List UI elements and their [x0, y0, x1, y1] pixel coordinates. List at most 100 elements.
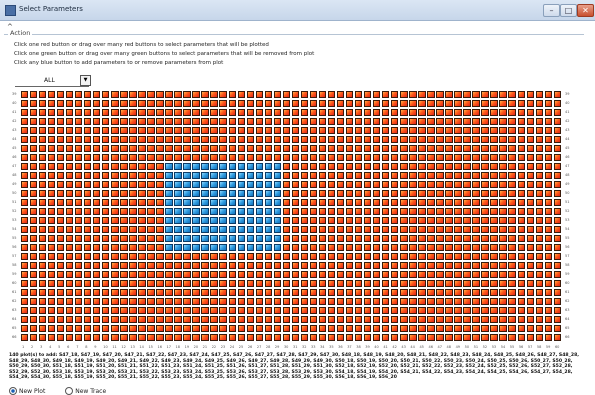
param-button-S42_26[interactable]: [246, 117, 254, 125]
param-button-S64_2[interactable]: [29, 315, 38, 323]
param-button-S54_13[interactable]: [129, 225, 137, 233]
param-button-S57_5[interactable]: [56, 252, 65, 260]
param-button-S41_60[interactable]: [553, 108, 562, 116]
param-button-S56_17[interactable]: [165, 243, 173, 251]
param-button-S41_11[interactable]: [111, 108, 119, 116]
param-button-S43_11[interactable]: [111, 126, 119, 134]
param-button-S43_4[interactable]: [47, 126, 56, 134]
param-button-S64_29[interactable]: [273, 315, 282, 323]
param-button-S63_34[interactable]: [318, 306, 327, 314]
param-button-S63_52[interactable]: [481, 306, 489, 314]
param-button-S62_15[interactable]: [147, 297, 155, 305]
param-button-S55_43[interactable]: [400, 234, 408, 242]
param-button-S50_40[interactable]: [373, 189, 381, 197]
param-button-S49_48[interactable]: [445, 180, 453, 188]
param-button-S62_49[interactable]: [454, 297, 462, 305]
param-button-S61_50[interactable]: [463, 288, 471, 296]
param-button-S65_31[interactable]: [291, 324, 300, 332]
param-button-S59_38[interactable]: [354, 270, 363, 278]
param-button-S64_11[interactable]: [111, 315, 119, 323]
param-button-S53_42[interactable]: [391, 216, 399, 224]
param-button-S48_49[interactable]: [454, 171, 462, 179]
param-button-S61_6[interactable]: [65, 288, 74, 296]
param-button-S54_45[interactable]: [418, 225, 426, 233]
param-button-S56_58[interactable]: [535, 243, 543, 251]
param-button-S65_56[interactable]: [517, 324, 525, 332]
param-button-S49_7[interactable]: [74, 180, 83, 188]
param-button-S47_32[interactable]: [300, 162, 309, 170]
param-button-S53_41[interactable]: [382, 216, 390, 224]
param-button-S51_3[interactable]: [38, 198, 47, 206]
param-button-S60_56[interactable]: [517, 279, 525, 287]
param-button-S41_44[interactable]: [409, 108, 417, 116]
param-button-S50_30[interactable]: [282, 189, 291, 197]
param-button-S40_48[interactable]: [445, 99, 453, 107]
param-button-S45_48[interactable]: [445, 144, 453, 152]
param-button-S65_35[interactable]: [327, 324, 336, 332]
param-button-S50_15[interactable]: [147, 189, 155, 197]
param-button-S53_57[interactable]: [526, 216, 534, 224]
param-button-S61_55[interactable]: [508, 288, 516, 296]
param-button-S61_3[interactable]: [38, 288, 47, 296]
param-button-S64_36[interactable]: [336, 315, 345, 323]
param-button-S54_52[interactable]: [481, 225, 489, 233]
param-button-S40_11[interactable]: [111, 99, 119, 107]
param-button-S53_16[interactable]: [156, 216, 164, 224]
param-button-S54_41[interactable]: [382, 225, 390, 233]
param-button-S47_31[interactable]: [291, 162, 300, 170]
param-button-S54_11[interactable]: [111, 225, 119, 233]
param-button-S51_32[interactable]: [300, 198, 309, 206]
param-button-S42_31[interactable]: [291, 117, 300, 125]
param-button-S65_47[interactable]: [436, 324, 444, 332]
param-button-S53_55[interactable]: [508, 216, 516, 224]
param-button-S42_32[interactable]: [300, 117, 309, 125]
param-button-S47_42[interactable]: [391, 162, 399, 170]
param-button-S56_2[interactable]: [29, 243, 38, 251]
param-button-S63_12[interactable]: [120, 306, 128, 314]
param-button-S40_7[interactable]: [74, 99, 83, 107]
param-button-S63_2[interactable]: [29, 306, 38, 314]
param-button-S59_12[interactable]: [120, 270, 128, 278]
param-button-S58_48[interactable]: [445, 261, 453, 269]
param-button-S50_48[interactable]: [445, 189, 453, 197]
param-button-S43_14[interactable]: [138, 126, 146, 134]
param-button-S41_41[interactable]: [382, 108, 390, 116]
param-button-S57_6[interactable]: [65, 252, 74, 260]
param-button-S49_35[interactable]: [327, 180, 336, 188]
param-button-S66_46[interactable]: [427, 333, 435, 341]
param-button-S62_51[interactable]: [472, 297, 480, 305]
param-button-S45_57[interactable]: [526, 144, 534, 152]
param-button-S63_18[interactable]: [174, 306, 182, 314]
param-button-S53_49[interactable]: [454, 216, 462, 224]
param-button-S61_52[interactable]: [481, 288, 489, 296]
param-button-S64_10[interactable]: [102, 315, 110, 323]
param-button-S50_52[interactable]: [481, 189, 489, 197]
param-button-S55_33[interactable]: [309, 234, 318, 242]
param-button-S40_54[interactable]: [499, 99, 507, 107]
param-button-S66_49[interactable]: [454, 333, 462, 341]
param-button-S41_36[interactable]: [336, 108, 345, 116]
param-button-S46_7[interactable]: [74, 153, 83, 161]
param-button-S41_39[interactable]: [363, 108, 372, 116]
param-button-S40_27[interactable]: [255, 99, 263, 107]
param-button-S46_41[interactable]: [382, 153, 390, 161]
param-button-S55_39[interactable]: [363, 234, 372, 242]
param-button-S50_25[interactable]: [237, 189, 245, 197]
param-button-S48_18[interactable]: [174, 171, 182, 179]
param-button-S45_16[interactable]: [156, 144, 164, 152]
param-button-S55_15[interactable]: [147, 234, 155, 242]
param-button-S45_22[interactable]: [210, 144, 218, 152]
param-button-S61_43[interactable]: [400, 288, 408, 296]
param-button-S62_11[interactable]: [111, 297, 119, 305]
param-button-S53_38[interactable]: [354, 216, 363, 224]
param-button-S51_6[interactable]: [65, 198, 74, 206]
param-button-S49_18[interactable]: [174, 180, 182, 188]
param-button-S50_36[interactable]: [336, 189, 345, 197]
param-button-S51_55[interactable]: [508, 198, 516, 206]
param-button-S62_26[interactable]: [246, 297, 254, 305]
param-button-S48_45[interactable]: [418, 171, 426, 179]
param-button-S54_16[interactable]: [156, 225, 164, 233]
param-button-S55_55[interactable]: [508, 234, 516, 242]
param-button-S66_57[interactable]: [526, 333, 534, 341]
param-button-S46_39[interactable]: [363, 153, 372, 161]
